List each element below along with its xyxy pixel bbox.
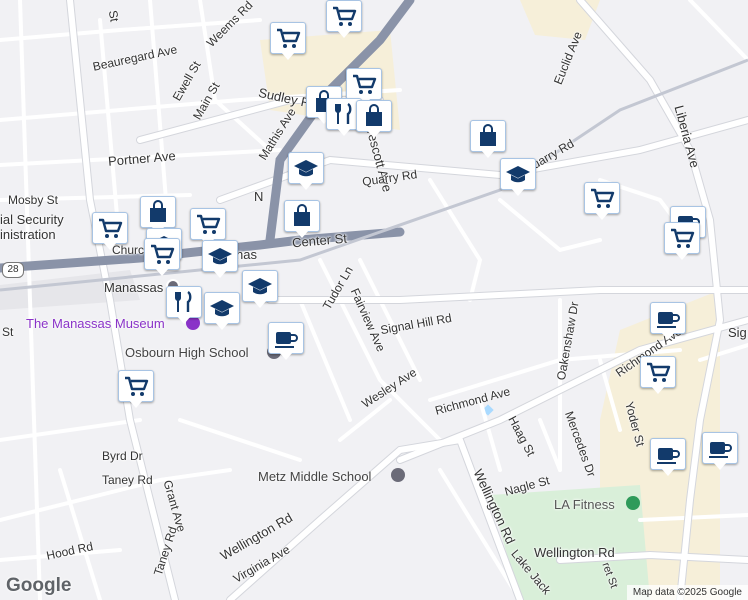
road-label-mosby-st: Mosby St (8, 193, 59, 207)
cart-icon (664, 222, 700, 254)
road-label-st-left: St (2, 325, 14, 339)
cart-icon (144, 238, 180, 270)
pin-tail (213, 270, 227, 278)
road-label-st-top: St (105, 9, 122, 23)
place-manassas-museum[interactable]: The Manassas Museum (26, 317, 165, 330)
pin-tail (337, 30, 351, 38)
coffee-icon (650, 438, 686, 470)
bag-icon (356, 100, 392, 132)
school-pin-6[interactable] (242, 270, 278, 310)
cart-icon (270, 22, 306, 54)
road-label-taney-rd: Taney Rd (102, 473, 153, 487)
road-label-manassas-short: nas (236, 247, 257, 262)
cart-icon (640, 356, 676, 388)
pin-tail (337, 128, 351, 136)
cart-icon (92, 212, 128, 244)
school-pin-5[interactable] (204, 292, 240, 332)
school-pin-2[interactable] (500, 158, 536, 198)
cart-icon (118, 370, 154, 402)
place-manassas[interactable]: Manassas (104, 281, 163, 294)
bag-pin-2[interactable] (356, 100, 392, 140)
cart-pin-10[interactable] (118, 370, 154, 410)
place-osbourn-high-school[interactable]: Osbourn High School (125, 346, 249, 359)
coffee-pin-5[interactable] (702, 432, 738, 472)
school-icon (202, 240, 238, 272)
coffee-icon (702, 432, 738, 464)
cart-icon (584, 182, 620, 214)
school-icon (500, 158, 536, 190)
coffee-pin-2[interactable] (650, 302, 686, 342)
school-icon (204, 292, 240, 324)
pin-tail (595, 212, 609, 220)
school-icon (242, 270, 278, 302)
bag-pin-3[interactable] (470, 120, 506, 160)
cart-pin-2[interactable] (270, 22, 306, 62)
bag-icon (140, 196, 176, 228)
bag-icon (284, 200, 320, 232)
google-logo: Google (6, 575, 72, 596)
cart-pin-8[interactable] (144, 238, 180, 278)
pin-tail (511, 188, 525, 196)
pin-tail (367, 130, 381, 138)
bag-icon (470, 120, 506, 152)
pin-tail (253, 300, 267, 308)
pin-tail (299, 182, 313, 190)
road-label-wellington-rd-east: Wellington Rd (534, 545, 615, 560)
pin-tail (675, 252, 689, 260)
bag-pin-4[interactable] (284, 200, 320, 240)
pin-tail (279, 352, 293, 360)
school-icon (288, 152, 324, 184)
pin-tail (713, 462, 727, 470)
pin-tail (661, 332, 675, 340)
place-metz-middle-school[interactable]: Metz Middle School (258, 470, 371, 483)
coffee-pin-4[interactable] (650, 438, 686, 478)
map-attribution[interactable]: Map data ©2025 Google (626, 585, 748, 600)
cart-pin-1[interactable] (326, 0, 362, 40)
pin-tail (177, 316, 191, 324)
map-canvas[interactable]: St Weems Rd Beauregard Ave Ewell St Main… (0, 0, 748, 600)
metz-school-icon[interactable] (391, 468, 405, 482)
cart-icon (326, 0, 362, 32)
road-label-sig-edge: Sig (728, 325, 747, 340)
pin-tail (103, 242, 117, 250)
pin-tail (651, 386, 665, 394)
label-stacked-n: N (254, 189, 264, 204)
cart-icon (346, 68, 382, 100)
pin-tail (481, 150, 495, 158)
label-social-security-line1: ial Security (0, 212, 64, 227)
pin-tail (155, 268, 169, 276)
pin-tail (215, 322, 229, 330)
restaurant-pin-2[interactable] (166, 286, 202, 326)
coffee-icon (268, 322, 304, 354)
pin-tail (281, 52, 295, 60)
place-la-fitness[interactable]: LA Fitness (554, 498, 615, 511)
pin-tail (129, 400, 143, 408)
fitness-icon[interactable] (626, 496, 640, 510)
coffee-pin-3[interactable] (268, 322, 304, 362)
school-pin-1[interactable] (288, 152, 324, 192)
fork-knife-icon (166, 286, 202, 318)
school-pin-4[interactable] (202, 240, 238, 280)
cart-icon (190, 208, 226, 240)
pin-tail (295, 230, 309, 238)
pin-tail (661, 468, 675, 476)
route-28-shield: 28 (2, 262, 24, 278)
cart-pin-6[interactable] (92, 212, 128, 252)
road-label-byrd-dr: Byrd Dr (102, 449, 143, 463)
coffee-icon (650, 302, 686, 334)
cart-pin-4[interactable] (584, 182, 620, 222)
label-social-security-line2: inistration (0, 227, 56, 242)
cart-pin-9[interactable] (640, 356, 676, 396)
cart-pin-5[interactable] (664, 222, 700, 262)
